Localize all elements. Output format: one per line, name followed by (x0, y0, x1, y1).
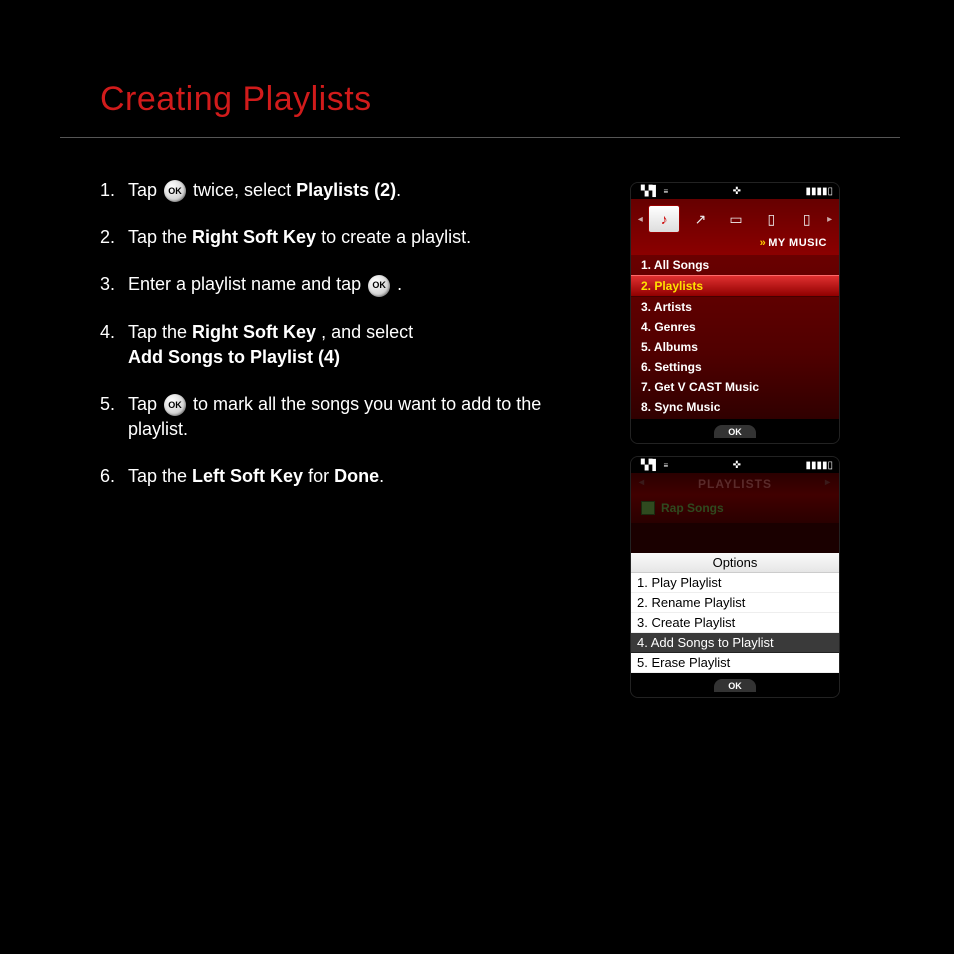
status-bar: ▝▞▌ ≡ ✜ ▮▮▮▮▯ (631, 183, 839, 199)
bold-text: Right Soft Key (192, 322, 316, 342)
menu-item: 6. Settings (631, 357, 839, 377)
text: . (396, 180, 401, 200)
screen-header: ◂ PLAYLISTS ▸ (631, 477, 839, 491)
menu-item: 4. Genres (631, 317, 839, 337)
menu-item: 2. Playlists (631, 275, 839, 297)
step-number: 2. (100, 225, 128, 250)
options-menu: Options 1. Play Playlist2. Rename Playli… (631, 553, 839, 673)
step-body: Tap the Right Soft Key to create a playl… (128, 225, 600, 250)
menu-item: 3. Artists (631, 297, 839, 317)
text: . (379, 466, 384, 486)
step-body: Tap OK twice, select Playlists (2). (128, 178, 600, 203)
option-item: 2. Rename Playlist (631, 593, 839, 613)
monitor-icon: ▭ (721, 206, 751, 232)
menu-item: 1. All Songs (631, 255, 839, 275)
ok-icon: OK (368, 275, 390, 297)
text: Enter a playlist name and tap (128, 274, 366, 294)
step-6: 6. Tap the Left Soft Key for Done. (100, 464, 600, 489)
signal-icon: ▝▞▌ (637, 186, 659, 197)
step-3: 3. Enter a playlist name and tap OK . (100, 272, 600, 297)
divider (60, 137, 900, 138)
playlist-entry: Rap Songs (631, 495, 839, 523)
step-body: Tap the Left Soft Key for Done. (128, 464, 600, 489)
header-text: PLAYLISTS (698, 477, 772, 491)
step-5: 5. Tap OK to mark all the songs you want… (100, 392, 600, 442)
ok-icon: OK (164, 394, 186, 416)
step-number: 3. (100, 272, 128, 297)
option-item: 1. Play Playlist (631, 573, 839, 593)
bold-text: Playlists (2) (296, 180, 396, 200)
chevron-left-icon: ◂ (639, 477, 645, 488)
step-2: 2. Tap the Right Soft Key to create a pl… (100, 225, 600, 250)
text: Tap the (128, 322, 192, 342)
page-title: Creating Playlists (100, 80, 894, 119)
step-body: Tap the Right Soft Key , and select Add … (128, 320, 600, 370)
nav-right-arrow-icon: ▸ (827, 214, 832, 225)
option-item: 4. Add Songs to Playlist (631, 633, 839, 653)
crosshair-icon: ✜ (733, 460, 741, 471)
chevron-right-icon: ▸ (825, 477, 831, 488)
text: . (397, 274, 402, 294)
nav-icons: ◂ ♪ ↗ ▭ ▯ ▯ ▸ (635, 203, 835, 237)
empty-area (631, 523, 839, 553)
text: , and select (321, 322, 413, 342)
menu-list: 1. All Songs2. Playlists3. Artists4. Gen… (631, 255, 839, 419)
step-body: Tap OK to mark all the songs you want to… (128, 392, 600, 442)
text: Tap the (128, 466, 192, 486)
screen-header: »MY MUSIC (635, 237, 835, 253)
contact-icon: ▯ (756, 206, 786, 232)
ok-icon: OK (164, 180, 186, 202)
shortcut-icon: ↗ (686, 206, 716, 232)
text: for (308, 466, 334, 486)
crosshair-icon: ✜ (733, 186, 741, 197)
ok-softkey: OK (714, 679, 756, 692)
battery-icon: ▮▮▮▮▯ (805, 460, 833, 471)
step-number: 6. (100, 464, 128, 489)
step-4: 4. Tap the Right Soft Key , and select A… (100, 320, 600, 370)
ev-icon: ≡ (663, 187, 668, 196)
playlist-name: Rap Songs (661, 501, 724, 515)
option-item: 3. Create Playlist (631, 613, 839, 633)
battery-icon: ▮▮▮▮▯ (805, 186, 833, 197)
step-number: 1. (100, 178, 128, 203)
phone-screen-my-music: ▝▞▌ ≡ ✜ ▮▮▮▮▯ ◂ ♪ ↗ ▭ ▯ ▯ (630, 182, 840, 444)
bold-text: Done (334, 466, 379, 486)
header-text: MY MUSIC (768, 237, 827, 249)
step-number: 4. (100, 320, 128, 370)
option-item: 5. Erase Playlist (631, 653, 839, 673)
bold-text: Right Soft Key (192, 227, 316, 247)
text: twice, select (193, 180, 296, 200)
step-body: Enter a playlist name and tap OK . (128, 272, 600, 297)
text: Tap the (128, 227, 192, 247)
softkey-bar: OK (631, 673, 839, 697)
signal-icon: ▝▞▌ (637, 460, 659, 471)
steps-list: 1. Tap OK twice, select Playlists (2). 2… (100, 178, 600, 698)
device-icon: ▯ (792, 206, 822, 232)
status-bar: ▝▞▌ ≡ ✜ ▮▮▮▮▯ (631, 457, 839, 473)
music-note-icon: ♪ (648, 205, 680, 233)
nav-left-arrow-icon: ◂ (638, 214, 643, 225)
text: Tap (128, 394, 162, 414)
text: to create a playlist. (321, 227, 471, 247)
text: to mark all the songs you want to add to… (128, 394, 541, 439)
step-number: 5. (100, 392, 128, 442)
phone-screenshots: ▝▞▌ ≡ ✜ ▮▮▮▮▯ ◂ ♪ ↗ ▭ ▯ ▯ (630, 182, 840, 698)
ev-icon: ≡ (663, 461, 668, 470)
menu-item: 7. Get V CAST Music (631, 377, 839, 397)
chevron-right-icon: » (760, 237, 767, 249)
menu-item: 8. Sync Music (631, 397, 839, 417)
save-icon (641, 501, 655, 515)
step-1: 1. Tap OK twice, select Playlists (2). (100, 178, 600, 203)
text: Tap (128, 180, 162, 200)
bold-text: Left Soft Key (192, 466, 303, 486)
softkey-bar: OK (631, 419, 839, 443)
bold-text: Add Songs to Playlist (4) (128, 347, 340, 367)
phone-screen-playlists: ▝▞▌ ≡ ✜ ▮▮▮▮▯ ◂ PLAYLISTS ▸ (630, 456, 840, 698)
options-title: Options (631, 553, 839, 573)
menu-item: 5. Albums (631, 337, 839, 357)
ok-softkey: OK (714, 425, 756, 438)
